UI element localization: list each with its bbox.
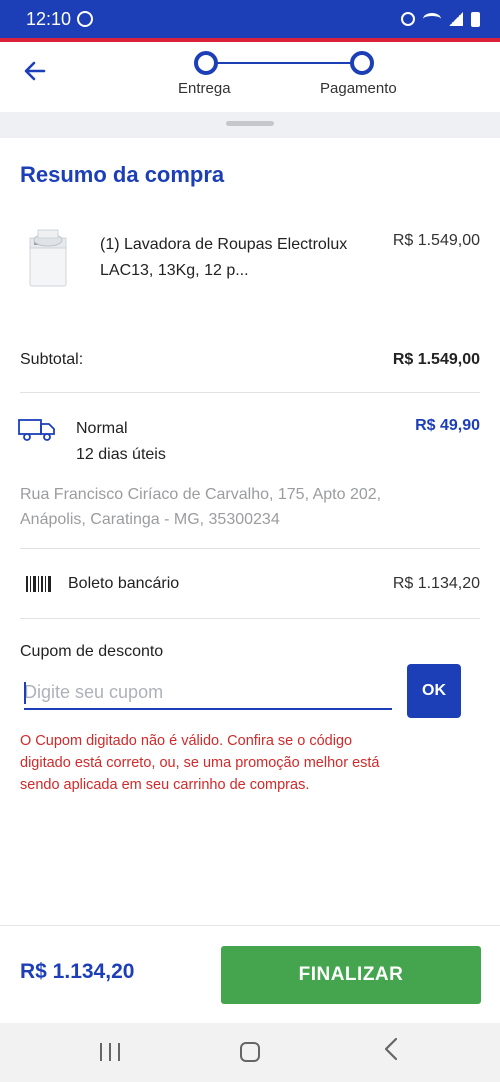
payment-method: Boleto bancário <box>68 575 180 592</box>
signal-icon <box>449 12 463 26</box>
recent-apps-icon[interactable] <box>100 1043 120 1061</box>
back-arrow-icon[interactable] <box>22 58 48 84</box>
truck-icon <box>18 416 56 442</box>
washing-machine-icon <box>24 228 72 288</box>
coupon-label: Cupom de desconto <box>20 643 164 660</box>
status-time: 12:10 <box>26 8 72 29</box>
shipping-address: Rua Francisco Ciríaco de Carvalho, 175, … <box>20 486 382 528</box>
summary-title: Resumo da compra <box>20 162 225 187</box>
wifi-icon <box>423 13 441 25</box>
step-delivery-label[interactable]: Entrega <box>178 80 231 97</box>
checkout-header: Entrega Pagamento <box>0 42 500 112</box>
shipping-price: R$ 49,90 <box>415 417 480 434</box>
product-price: R$ 1.549,00 <box>392 232 480 249</box>
sheet-top <box>0 112 500 138</box>
divider <box>20 548 480 549</box>
shipping-method: Normal 12 dias úteis <box>76 416 166 468</box>
divider <box>20 392 480 393</box>
finish-button[interactable]: FINALIZAR <box>221 946 481 1004</box>
status-bar: 12:10 <box>0 0 500 38</box>
coupon-input[interactable] <box>24 676 392 710</box>
step-payment-label[interactable]: Pagamento <box>320 80 397 97</box>
drag-handle[interactable] <box>226 121 274 126</box>
subtotal-value: R$ 1.549,00 <box>392 351 480 368</box>
shipping-method-name: Normal <box>76 420 128 437</box>
divider <box>20 618 480 619</box>
product-name: (1) Lavadora de Roupas Electrolux LAC13,… <box>100 236 348 279</box>
battery-icon <box>471 11 480 27</box>
step-payment-dot[interactable] <box>350 51 374 75</box>
step-delivery-dot[interactable] <box>194 51 218 75</box>
status-icons <box>401 11 480 27</box>
system-back-icon[interactable] <box>384 1037 398 1065</box>
shipping-eta: 12 dias úteis <box>76 446 166 463</box>
home-icon[interactable] <box>240 1042 260 1062</box>
payment-value: R$ 1.134,20 <box>392 575 480 592</box>
barcode-icon <box>26 576 52 592</box>
text-caret <box>24 682 26 704</box>
coupon-error-message: O Cupom digitado não é válido. Confira s… <box>20 733 380 793</box>
system-nav-bar <box>0 1023 500 1082</box>
stepper-line <box>215 62 353 64</box>
order-total: R$ 1.134,20 <box>20 960 135 983</box>
subtotal-label: Subtotal: <box>20 351 84 368</box>
coupon-ok-button[interactable]: OK <box>407 664 461 718</box>
checkout-footer: R$ 1.134,20 FINALIZAR <box>0 925 500 1023</box>
whatsapp-icon <box>77 11 94 27</box>
alarm-icon <box>401 12 415 26</box>
